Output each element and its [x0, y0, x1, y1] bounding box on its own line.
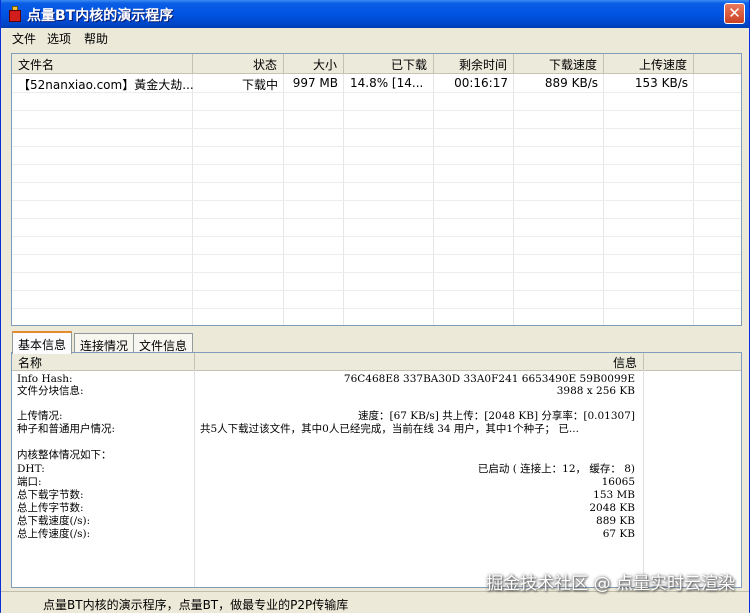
watermark: 掘金技术社区 @ 点量实时云渲染 [486, 574, 735, 594]
app-window: 点量BT内核的演示程序 ✕ 文件 选项 帮助 文件名 状态 大小 已下载 剩余时… [0, 0, 750, 613]
column-header-size[interactable]: 大小 [284, 54, 344, 73]
task-status: 下载中 [241, 78, 278, 92]
detail-name: 总下载字节数: [17, 489, 84, 501]
detail-list-header: 名称 信息 [12, 353, 741, 371]
detail-row: 上传情况: 速度：[67 KB/s] 共上传：[2048 KB] 分享率：[0.… [12, 410, 741, 422]
window-title: 点量BT内核的演示程序 [27, 8, 174, 24]
close-button[interactable]: ✕ [724, 3, 745, 24]
detail-value: 889 KB [596, 515, 635, 527]
detail-value: 16065 [601, 476, 635, 488]
menu-options[interactable]: 选项 [47, 30, 71, 47]
detail-row: 文件分块信息: 3988 x 256 KB [12, 385, 741, 397]
detail-row: 内核整体情况如下： [12, 449, 741, 461]
column-header-info[interactable]: 信息 [195, 353, 644, 370]
detail-value: 速度：[67 KB/s] 共上传：[2048 KB] 分享率：[0.01307] [358, 410, 635, 422]
detail-name: DHT: [17, 463, 45, 475]
menu-help[interactable]: 帮助 [84, 30, 108, 47]
detail-row: 总下载速度(/s): 889 KB [12, 515, 741, 527]
detail-name: Info Hash: [17, 373, 73, 385]
menu-bar: 文件 选项 帮助 [1, 28, 749, 48]
tab-basic-info[interactable]: 基本信息 [12, 331, 73, 354]
detail-row: 总上传字节数: 2048 KB [12, 502, 741, 514]
column-header-filename[interactable]: 文件名 [12, 54, 193, 73]
detail-value: 共5人下载过该文件，其中0人已经完成，当前在线 34 用户，其中1个种子； 已.… [200, 423, 579, 435]
detail-name: 内核整体情况如下： [17, 449, 112, 461]
detail-name: 总上传速度(/s): [17, 528, 91, 540]
task-row[interactable]: 【52nanxiao.com】黃金大劫... 下载中 997 MB 14.8% … [12, 74, 741, 92]
status-bar: 点量BT内核的演示程序，点量BT，做最专业的P2P传输库 [1, 591, 749, 613]
detail-row: DHT: 已启动 ( 连接上：12， 缓存： 8) [12, 463, 741, 475]
detail-value: 153 MB [593, 489, 635, 501]
detail-row: 总下载字节数: 153 MB [12, 489, 741, 501]
detail-row: 端口: 16065 [12, 476, 741, 488]
detail-row: Info Hash: 76C468E8 337BA30D 33A0F241 66… [12, 373, 741, 385]
column-header-name[interactable]: 名称 [12, 353, 195, 370]
tab-connections[interactable]: 连接情况 [74, 333, 135, 353]
detail-value: 已启动 ( 连接上：12， 缓存： 8) [477, 463, 635, 475]
detail-row [12, 436, 741, 448]
column-header-downloaded[interactable]: 已下载 [344, 54, 434, 73]
menu-file[interactable]: 文件 [12, 30, 36, 47]
task-list[interactable]: 文件名 状态 大小 已下载 剩余时间 下载速度 上传速度 【52nanxiao.… [11, 53, 742, 326]
task-filename: 【52nanxiao.com】黃金大劫... [18, 78, 193, 92]
title-bar[interactable]: 点量BT内核的演示程序 ✕ [1, 0, 749, 28]
column-header-upload-speed[interactable]: 上传速度 [604, 54, 694, 73]
detail-value: 3988 x 256 KB [556, 385, 635, 397]
column-header-status[interactable]: 状态 [193, 54, 284, 73]
status-text: 点量BT内核的演示程序，点量BT，做最专业的P2P传输库 [43, 598, 349, 612]
detail-list[interactable]: 名称 信息 Info Hash: 76C468E8 337BA30D 33A0F… [11, 352, 742, 588]
task-upload-speed: 153 KB/s [634, 76, 688, 90]
task-remaining-time: 00:16:17 [454, 76, 508, 90]
app-icon [9, 6, 21, 22]
detail-name: 端口: [17, 476, 42, 488]
detail-row: 种子和普通用户情况: 共5人下载过该文件，其中0人已经完成，当前在线 34 用户… [12, 423, 741, 435]
detail-value: 2048 KB [589, 502, 635, 514]
detail-name: 总上传字节数: [17, 502, 84, 514]
task-size: 997 MB [292, 76, 338, 90]
detail-value: 67 KB [602, 528, 635, 540]
detail-name: 上传情况: [17, 410, 63, 422]
detail-name: 种子和普通用户情况: [17, 423, 116, 435]
task-list-header: 文件名 状态 大小 已下载 剩余时间 下载速度 上传速度 [12, 54, 741, 74]
task-download-speed: 889 KB/s [544, 76, 598, 90]
task-downloaded: 14.8% [14... [350, 76, 424, 90]
column-header-download-speed[interactable]: 下载速度 [514, 54, 604, 73]
detail-row [12, 397, 741, 409]
detail-name: 文件分块信息: [17, 385, 84, 397]
column-header-remaining[interactable]: 剩余时间 [434, 54, 514, 73]
detail-value: 76C468E8 337BA30D 33A0F241 6653490E 59B0… [343, 373, 635, 385]
detail-name: 总下载速度(/s): [17, 515, 91, 527]
detail-row: 总上传速度(/s): 67 KB [12, 528, 741, 540]
tab-file-info[interactable]: 文件信息 [133, 333, 194, 353]
